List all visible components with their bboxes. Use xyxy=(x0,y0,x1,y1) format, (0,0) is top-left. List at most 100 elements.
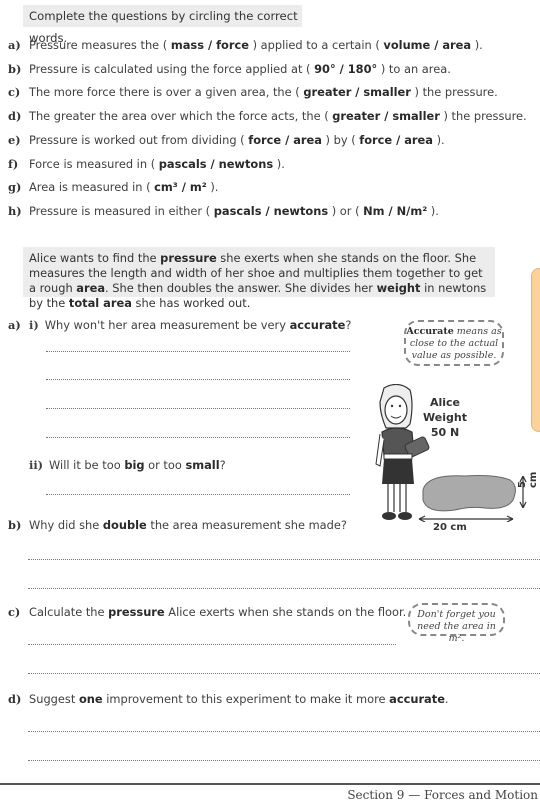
circle-question: d) The greater the area over which the fo… xyxy=(8,109,527,123)
alice-name: Alice xyxy=(429,396,461,409)
circle-choice[interactable]: 90° / 180° xyxy=(314,62,377,76)
question-text: ) by ( xyxy=(321,133,360,147)
question-text: ? xyxy=(219,458,226,472)
question-label: d) xyxy=(8,692,22,706)
question-text: Why did she xyxy=(29,518,103,532)
question-text: Pressure measures the ( xyxy=(29,38,171,52)
circle-question: e) Pressure is worked out from dividing (… xyxy=(8,133,445,147)
circle-question: a) Pressure measures the ( mass / force )… xyxy=(8,38,483,52)
answer-line-a-i-1[interactable] xyxy=(46,350,350,352)
question-keyword: accurate xyxy=(389,692,445,706)
scenario-keyword: weight xyxy=(376,281,421,295)
answer-line-b-2[interactable] xyxy=(28,587,540,589)
question-label: b) xyxy=(8,518,22,532)
circle-choice[interactable]: pascals / newtons xyxy=(214,204,328,218)
question-text: ). xyxy=(206,180,219,194)
question-keyword: accurate xyxy=(289,318,346,332)
scenario-text-part: Alice wants to find the xyxy=(29,251,161,265)
scenario-keyword: area xyxy=(76,281,106,295)
question-keyword: big xyxy=(124,458,145,472)
question-text: ) the pressure. xyxy=(410,85,498,99)
answer-line-a-i-3[interactable] xyxy=(46,407,350,409)
answer-line-b-1[interactable] xyxy=(28,558,540,560)
question-label: a) xyxy=(8,38,21,52)
question-label: e) xyxy=(8,133,21,147)
alice-caption: Alice Weight 50 N xyxy=(415,395,475,440)
question-text: Will it be too xyxy=(49,458,125,472)
question-text: ). xyxy=(427,204,439,218)
question-label: d) xyxy=(8,109,22,123)
answer-line-d-2[interactable] xyxy=(28,759,540,761)
scenario-keyword: pressure xyxy=(160,251,217,265)
answer-line-a-ii[interactable] xyxy=(46,493,350,495)
circle-choice[interactable]: mass / force xyxy=(171,38,249,52)
question-keyword: one xyxy=(78,692,103,706)
footer-divider xyxy=(0,783,540,785)
scenario-text: Alice wants to find the pressure she exe… xyxy=(23,247,495,310)
question-text: The greater the area over which the forc… xyxy=(29,109,333,123)
question-text: Alice exerts when she stands on the floo… xyxy=(164,605,407,619)
question-text: . xyxy=(444,692,449,706)
question-d: d) Suggest one improvement to this experi… xyxy=(8,692,449,706)
question-text: improvement to this experiment to make i… xyxy=(102,692,390,706)
circle-choice[interactable]: greater / smaller xyxy=(303,85,411,99)
question-text: ) applied to a certain ( xyxy=(248,38,384,52)
question-text: Suggest xyxy=(29,692,79,706)
question-text: Pressure is worked out from dividing ( xyxy=(29,133,249,147)
shoe-width-label: 5 cm xyxy=(517,471,539,488)
question-text: Why won't her area measurement be very xyxy=(44,318,290,332)
question-label: h) xyxy=(8,204,22,218)
circle-choice[interactable]: force / area xyxy=(248,133,322,147)
circle-question: b) Pressure is calculated using the force… xyxy=(8,62,451,76)
question-text: or too xyxy=(144,458,186,472)
scenario-text-part: she has worked out. xyxy=(131,296,251,310)
question-a-i: a) i) Why won't her area measurement be ve… xyxy=(8,318,351,332)
question-label: b) xyxy=(8,62,22,76)
question-text: ). xyxy=(471,38,483,52)
answer-line-a-i-4[interactable] xyxy=(46,436,350,438)
area-hint-bubble: Don't forget you need the area in m². xyxy=(408,603,505,644)
question-text: ). xyxy=(273,157,285,171)
shoe-outline xyxy=(422,475,516,512)
section-side-tab xyxy=(531,268,540,432)
answer-line-d-1[interactable] xyxy=(28,730,540,732)
circle-choice[interactable]: pascals / newtons xyxy=(159,157,273,171)
question-text: Calculate the xyxy=(29,605,109,619)
answer-line-c-1[interactable] xyxy=(28,643,396,645)
circle-choice[interactable]: Nm / N/m² xyxy=(363,204,427,218)
circle-choice[interactable]: force / area xyxy=(359,133,433,147)
question-c: c) Calculate the pressure Alice exerts wh… xyxy=(8,605,406,619)
question-text: ) to an area. xyxy=(377,62,451,76)
question-text: Pressure is measured in either ( xyxy=(29,204,214,218)
question-text: the area measurement she made? xyxy=(146,518,347,532)
question-text: ) the pressure. xyxy=(439,109,527,123)
answer-line-a-i-2[interactable] xyxy=(46,378,350,380)
circle-question: c) The more force there is over a given a… xyxy=(8,85,498,99)
subquestion-label: ii) xyxy=(29,458,44,472)
question-keyword: small xyxy=(185,458,220,472)
circle-question: h) Pressure is measured in either ( pasca… xyxy=(8,204,439,218)
answer-line-c-2[interactable] xyxy=(28,672,540,674)
scenario-text-part: . She then doubles the answer. She divid… xyxy=(105,281,377,295)
subquestion-label: i) xyxy=(29,318,39,332)
question-label: f) xyxy=(8,157,19,171)
question-text: Area is measured in ( xyxy=(29,180,155,194)
alice-weight: Weight 50 N xyxy=(423,411,467,439)
question-keyword: pressure xyxy=(108,605,165,619)
question-label: a) xyxy=(8,318,21,332)
question-text: The more force there is over a given are… xyxy=(29,85,304,99)
question-text: ? xyxy=(345,318,352,332)
circle-choice[interactable]: volume / area xyxy=(383,38,471,52)
circle-choice[interactable]: cm³ / m² xyxy=(154,180,207,194)
circle-question: f) Force is measured in ( pascals / newto… xyxy=(8,157,285,171)
question-b: b) Why did she double the area measuremen… xyxy=(8,518,347,532)
scenario-keyword: total area xyxy=(68,296,132,310)
shoe-diagram xyxy=(418,475,527,522)
instruction-box: Complete the questions by circling the c… xyxy=(23,5,302,45)
question-label: c) xyxy=(8,605,21,619)
question-label: c) xyxy=(8,85,21,99)
circle-choice[interactable]: greater / smaller xyxy=(332,109,440,123)
question-text: ). xyxy=(432,133,445,147)
question-keyword: double xyxy=(102,518,147,532)
question-text: ) or ( xyxy=(328,204,364,218)
